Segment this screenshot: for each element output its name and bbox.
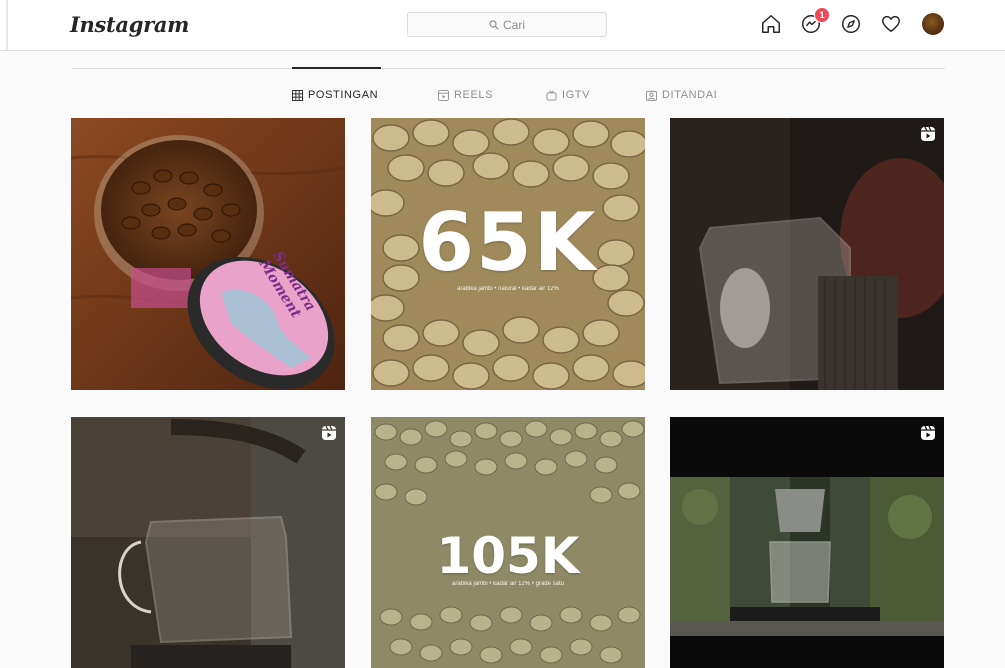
post-overlay-text: 105K [436, 527, 580, 585]
post-tile[interactable] [71, 417, 345, 668]
tab-label: DITANDAI [662, 89, 718, 101]
tab-label: IGTV [562, 89, 591, 101]
search-icon [489, 19, 499, 30]
post-overlay-text: 65K [418, 196, 598, 289]
tab-label: REELS [454, 89, 494, 101]
post-tile[interactable]: 65K arabika jambi • natural • kadar air … [371, 118, 645, 390]
messages-badge: 1 [814, 7, 830, 23]
post-image-dripper-outdoor [670, 417, 944, 668]
instagram-logo[interactable]: Instagram [70, 12, 189, 37]
post-image-coffee-jar [71, 118, 345, 390]
reel-icon [921, 126, 935, 141]
tab-postingan[interactable]: POSTINGAN [292, 88, 378, 102]
post-image-glass-kettle [670, 118, 944, 390]
tabs-divider [72, 68, 945, 69]
tagged-icon [646, 90, 657, 101]
search-input[interactable]: Cari [407, 12, 607, 37]
igtv-icon [546, 89, 557, 101]
post-image-pour-over [71, 417, 345, 668]
tab-label: POSTINGAN [308, 89, 379, 101]
messenger-icon[interactable]: 1 [800, 7, 830, 35]
top-navigation-bar: Instagram Cari 1 [0, 0, 1005, 51]
post-tile[interactable]: 105K arabika jambi • kadar air 12% • gra… [371, 417, 645, 668]
heart-icon[interactable] [880, 13, 902, 35]
reel-icon [921, 425, 935, 440]
avatar[interactable] [922, 13, 944, 35]
window-edge [6, 0, 8, 50]
reel-icon [322, 425, 336, 440]
post-tile[interactable] [670, 118, 944, 390]
home-icon[interactable] [760, 13, 782, 35]
reels-icon [438, 89, 449, 101]
post-overlay-caption: arabika jambi • natural • kadar air 12% [457, 286, 559, 292]
tab-reels[interactable]: REELS [438, 88, 493, 102]
post-overlay-caption: arabika jambi • kadar air 12% • grade sa… [452, 581, 564, 587]
grid-icon [292, 89, 303, 101]
explore-icon[interactable] [840, 13, 862, 35]
post-tile[interactable]: Sumatra Moment [71, 118, 345, 390]
search-placeholder: Cari [502, 17, 525, 32]
tab-igtv[interactable]: IGTV [546, 88, 590, 102]
tab-ditandai[interactable]: DITANDAI [646, 88, 717, 102]
post-tile[interactable] [670, 417, 944, 668]
tab-active-indicator [292, 67, 381, 69]
